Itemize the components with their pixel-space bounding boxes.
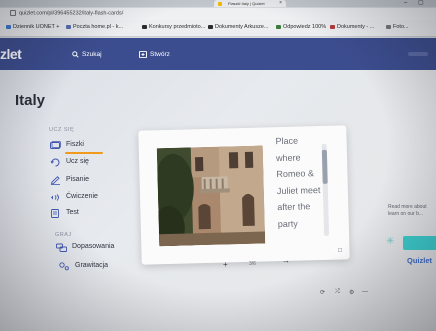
sidebar-item-label: Ucz się — [66, 158, 89, 165]
bookmark-label: Konkursy przedmioto... — [149, 24, 206, 30]
lock-icon — [10, 10, 16, 16]
browser-chrome: Flaszki Italy | Quizlet × – ▢ quizlet.co… — [0, 0, 436, 38]
more-icon[interactable]: — — [362, 289, 368, 295]
test-icon — [51, 209, 59, 218]
match-icon — [56, 243, 67, 252]
quizlet-favicon-icon — [218, 1, 222, 6]
bookmark-icon — [66, 24, 71, 29]
study-section-label: UCZ SIĘ — [49, 127, 75, 133]
quizlet-logo[interactable]: zlet — [0, 46, 22, 62]
bookmark-label: Foto... — [393, 24, 409, 30]
spell-icon — [51, 194, 59, 201]
bookmark-icon — [276, 24, 281, 29]
flashcard-text: Place where Romeo & Juliet meet after th… — [275, 132, 336, 232]
bookmark-label: Odpowiedz 100% — [283, 24, 327, 30]
create-icon — [139, 50, 147, 59]
search-link[interactable]: Szukaj — [72, 51, 102, 58]
sparkle-icon: ✳ — [386, 236, 395, 247]
bookmark-label: Poczta home.pl - k... — [73, 24, 124, 30]
bookmark-item[interactable]: Dziennik UONET + — [6, 24, 60, 30]
sidebar-item-label: Fiszki — [66, 141, 84, 148]
promo-brand: Quizlet — [407, 256, 433, 265]
bookmark-item[interactable]: Odpowiedz 100% — [276, 24, 326, 30]
flashcard-text-line: party — [277, 218, 298, 229]
tab-close-icon[interactable]: × — [279, 0, 282, 7]
create-link[interactable]: Stwórz — [139, 50, 170, 59]
sidebar-item-label: Test — [66, 209, 79, 216]
gravity-icon — [59, 262, 69, 271]
bookmark-item[interactable]: Dokumenty Arkusze... — [208, 24, 269, 30]
learn-icon — [50, 158, 60, 167]
expand-icon[interactable]: ◻ — [337, 246, 342, 253]
shuffle-icon[interactable]: ⤮ — [335, 289, 340, 296]
address-bar[interactable]: quizlet.com/pl/396455232/italy-flash-car… — [0, 8, 436, 20]
flashcards-icon — [50, 141, 61, 149]
previous-card-button[interactable]: + — [223, 260, 228, 269]
juliet-balcony-photo — [156, 145, 266, 247]
bookmark-icon — [208, 24, 213, 29]
flashcard[interactable]: Place where Romeo & Juliet meet after th… — [138, 125, 350, 265]
next-card-button[interactable]: → — [282, 256, 290, 265]
play-section-label: GRAJ — [55, 232, 72, 238]
flashcard-image — [156, 145, 266, 247]
header-user-menu[interactable] — [408, 52, 428, 56]
bookmark-label: Dokumenty Arkusze... — [215, 24, 269, 30]
write-icon — [50, 176, 60, 185]
sidebar-item-label: Grawitacja — [75, 262, 109, 269]
flashcard-text-line: Romeo & — [276, 168, 315, 180]
browser-tab[interactable]: Flaszki Italy | Quizlet × — [214, 0, 286, 7]
maximize-icon[interactable]: ▢ — [418, 0, 424, 7]
bookmark-icon — [142, 24, 147, 29]
play-icon[interactable]: ⟳ — [320, 289, 325, 296]
bookmark-item[interactable]: Dokumenty - ... — [330, 24, 374, 30]
active-item-underline — [65, 152, 103, 154]
sidebar-item-label: Pisanie — [66, 176, 89, 183]
card-counter: 3/6 — [249, 261, 256, 267]
bookmark-icon — [6, 24, 11, 29]
url-wrapper: quizlet.com/pl/396455232/italy-flash-car… — [10, 10, 123, 16]
tab-title: Flaszki Italy | Quizlet — [228, 1, 265, 6]
sidebar-item-label: Ćwiczenie — [66, 193, 98, 200]
flashcard-text-line: after the — [277, 201, 311, 213]
site-header: zlet Szukaj Stwórz — [0, 38, 436, 70]
flashcard-text-line: Juliet meet — [276, 184, 321, 196]
bookmark-icon — [386, 24, 391, 29]
url-text: quizlet.com/pl/396455232/italy-flash-car… — [19, 10, 124, 17]
promo-text: Read more about learn on our b... — [388, 204, 427, 217]
bookmark-icon — [330, 24, 335, 29]
bookmark-label: Dokumenty - ... — [337, 24, 375, 30]
sidebar-item-label: Dopasowania — [72, 243, 115, 250]
tab-strip: Flaszki Italy | Quizlet × – ▢ — [0, 0, 436, 7]
bookmark-item[interactable]: Konkursy przedmioto... — [142, 24, 205, 30]
bookmarks-bar: Dziennik UONET + Poczta home.pl - k... K… — [0, 20, 436, 37]
flashcard-text-line: where — [275, 152, 301, 163]
screen: Flaszki Italy | Quizlet × – ▢ quizlet.co… — [0, 0, 436, 331]
settings-icon[interactable]: ⚙ — [349, 289, 354, 296]
bookmark-item[interactable]: Poczta home.pl - k... — [66, 24, 123, 30]
flashcard-text-line: Place — [275, 135, 299, 147]
bookmark-label: Dziennik UONET + — [13, 24, 60, 30]
search-icon — [72, 51, 79, 58]
promo-button[interactable] — [403, 236, 436, 250]
search-label: Szukaj — [82, 51, 102, 59]
create-label: Stwórz — [150, 51, 170, 59]
minimize-icon[interactable]: – — [404, 0, 407, 7]
page-title: Italy — [15, 92, 46, 109]
bookmark-item[interactable]: Foto... — [386, 24, 409, 30]
